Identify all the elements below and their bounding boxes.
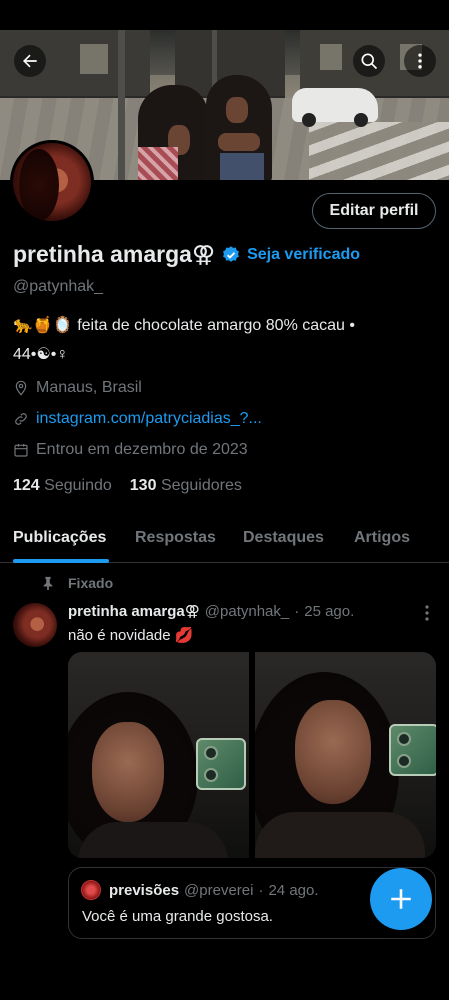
get-verified-link[interactable]: Seja verificado (247, 246, 360, 264)
quoted-post-text: Você é uma grande gostosa. (82, 908, 273, 925)
location-text: Manaus, Brasil (36, 379, 142, 396)
profile-handle: @patynhak_ (13, 278, 104, 295)
post-author-avatar[interactable] (13, 603, 57, 647)
followers-stat[interactable]: 130 Seguidores (130, 477, 242, 495)
back-button[interactable] (14, 45, 46, 77)
post-separator: · (294, 602, 300, 620)
profile-avatar[interactable] (10, 140, 94, 224)
link-icon (15, 413, 27, 425)
status-bar (0, 0, 449, 30)
profile-bio: 🐆🍯🪞 feita de chocolate amargo 80% cacau … (13, 311, 433, 369)
verified-badge-icon[interactable] (221, 245, 241, 265)
post-image[interactable] (255, 652, 436, 858)
name-row: pretinha amarga⚢ Seja verificado (13, 241, 360, 268)
pin-icon (43, 576, 53, 590)
tab-publicacoes[interactable]: Publicações (13, 529, 106, 547)
post-author-handle: @patynhak_ (204, 602, 290, 620)
post-header: pretinha amarga⚢ @patynhak_ · 25 ago. (68, 602, 354, 621)
quoted-author-handle: @preverei (184, 881, 254, 899)
following-count: 124 (13, 477, 40, 494)
quoted-author-avatar (81, 880, 101, 900)
tab-artigos[interactable]: Artigos (354, 529, 410, 547)
website-link[interactable]: instagram.com/patryciadias_?... (36, 410, 262, 428)
following-stat[interactable]: 124 Seguindo (13, 477, 112, 495)
search-icon (361, 53, 378, 70)
search-button[interactable] (353, 45, 385, 77)
arrow-left-icon (23, 54, 37, 68)
following-label: Seguindo (44, 477, 112, 494)
profile-tabs: Publicações Respostas Destaques Artigos (0, 515, 449, 563)
quoted-post-separator: · (258, 881, 264, 899)
joined-text: Entrou em dezembro de 2023 (36, 441, 248, 458)
more-vertical-icon[interactable] (420, 604, 434, 622)
follow-stats: 124 Seguindo 130 Seguidores (13, 477, 242, 495)
location-pin-icon (15, 380, 27, 396)
tab-respostas[interactable]: Respostas (135, 529, 216, 547)
banner-person (206, 75, 272, 180)
more-vertical-icon (418, 53, 422, 69)
post-date[interactable]: 25 ago. (304, 603, 354, 620)
post-text: não é novidade 💋 (68, 627, 194, 644)
quoted-post-header: previsões @preverei · 24 ago. (81, 880, 319, 900)
pinned-indicator: Fixado (42, 575, 113, 591)
more-options-button[interactable] (404, 45, 436, 77)
banner-pole (118, 30, 125, 180)
bio-line: 44•☯•♀ (13, 346, 69, 363)
pinned-label: Fixado (68, 575, 114, 591)
banner-car (292, 88, 378, 127)
plus-icon (391, 889, 411, 909)
banner-person (138, 85, 208, 180)
website-row[interactable]: instagram.com/patryciadias_?... (13, 410, 262, 428)
post-author-name[interactable]: pretinha amarga⚢ (68, 602, 200, 620)
quoted-author-name: previsões (109, 881, 180, 899)
edit-profile-button[interactable]: Editar perfil (312, 193, 436, 229)
tab-destaques[interactable]: Destaques (243, 529, 324, 547)
followers-label: Seguidores (160, 477, 242, 494)
active-tab-indicator (13, 559, 109, 563)
joined-row: Entrou em dezembro de 2023 (13, 441, 248, 459)
display-name: pretinha amarga⚢ (13, 241, 216, 267)
compose-button[interactable] (370, 868, 432, 930)
bio-line: 🐆🍯🪞 feita de chocolate amargo 80% cacau … (13, 317, 355, 334)
calendar-icon (14, 444, 28, 457)
location-row: Manaus, Brasil (13, 379, 142, 397)
quoted-post-date: 24 ago. (268, 881, 319, 899)
post-image[interactable] (68, 652, 249, 858)
banner-crosswalk (309, 122, 449, 180)
followers-count: 130 (129, 477, 157, 494)
